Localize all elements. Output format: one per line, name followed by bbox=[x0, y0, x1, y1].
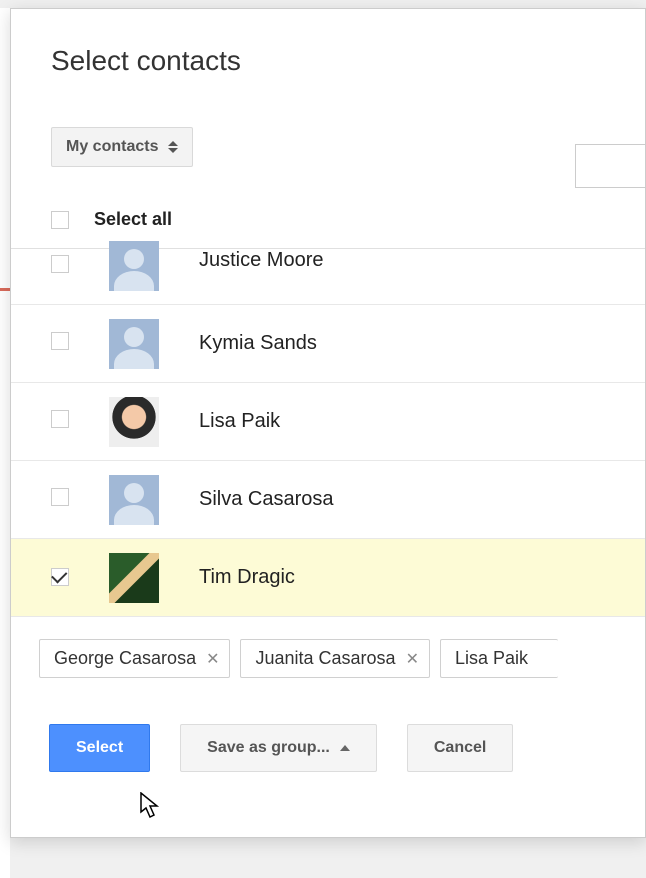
select-contacts-dialog: Select contacts My contacts Select all J… bbox=[10, 8, 646, 838]
save-as-group-button[interactable]: Save as group... bbox=[180, 724, 377, 772]
contact-chip[interactable]: Juanita Casarosa ✕ bbox=[240, 639, 430, 678]
contact-list: Justice Moore Kymia Sands Lisa Paik Silv… bbox=[11, 248, 645, 617]
contact-checkbox[interactable] bbox=[51, 568, 69, 586]
contact-name: Justice Moore bbox=[199, 249, 324, 272]
button-label: Save as group... bbox=[207, 739, 330, 757]
select-button[interactable]: Select bbox=[49, 724, 150, 772]
contact-row[interactable]: Kymia Sands bbox=[11, 305, 645, 383]
chip-label: Juanita Casarosa bbox=[255, 648, 395, 669]
select-all-checkbox[interactable] bbox=[51, 211, 69, 229]
button-label: Cancel bbox=[434, 739, 486, 757]
contact-chip[interactable]: George Casarosa ✕ bbox=[39, 639, 230, 678]
search-input[interactable] bbox=[575, 144, 645, 188]
background-app bbox=[0, 8, 10, 878]
controls-row: My contacts bbox=[11, 77, 645, 167]
avatar bbox=[109, 397, 159, 447]
contact-checkbox[interactable] bbox=[51, 255, 69, 273]
dropdown-label: My contacts bbox=[66, 138, 158, 156]
contact-row[interactable]: Lisa Paik bbox=[11, 383, 645, 461]
contact-row[interactable]: Silva Casarosa bbox=[11, 461, 645, 539]
contact-row[interactable]: Justice Moore bbox=[11, 249, 645, 305]
contact-name: Silva Casarosa bbox=[199, 488, 334, 511]
button-label: Select bbox=[76, 739, 123, 757]
avatar bbox=[109, 553, 159, 603]
select-all-label: Select all bbox=[94, 209, 172, 230]
contact-name: Lisa Paik bbox=[199, 410, 280, 433]
dialog-title: Select contacts bbox=[11, 9, 645, 77]
sort-icon bbox=[168, 141, 178, 153]
avatar bbox=[109, 475, 159, 525]
contact-name: Tim Dragic bbox=[199, 566, 295, 589]
selected-contacts-chips: George Casarosa ✕ Juanita Casarosa ✕ Lis… bbox=[11, 617, 645, 678]
cancel-button[interactable]: Cancel bbox=[407, 724, 513, 772]
contact-group-dropdown[interactable]: My contacts bbox=[51, 127, 193, 167]
chip-label: George Casarosa bbox=[54, 648, 196, 669]
contact-checkbox[interactable] bbox=[51, 488, 69, 506]
chip-label: Lisa Paik bbox=[455, 648, 528, 669]
contact-checkbox[interactable] bbox=[51, 410, 69, 428]
avatar bbox=[109, 319, 159, 369]
contact-name: Kymia Sands bbox=[199, 332, 317, 355]
bg-accent bbox=[0, 288, 10, 291]
close-icon[interactable]: ✕ bbox=[206, 649, 219, 669]
close-icon[interactable]: ✕ bbox=[406, 649, 419, 669]
dialog-actions: Select Save as group... Cancel bbox=[11, 678, 645, 772]
contact-chip[interactable]: Lisa Paik bbox=[440, 639, 558, 678]
chevron-up-icon bbox=[340, 745, 350, 751]
contact-row[interactable]: Tim Dragic bbox=[11, 539, 645, 617]
avatar bbox=[109, 241, 159, 291]
contact-checkbox[interactable] bbox=[51, 332, 69, 350]
select-all-row: Select all bbox=[11, 167, 645, 248]
